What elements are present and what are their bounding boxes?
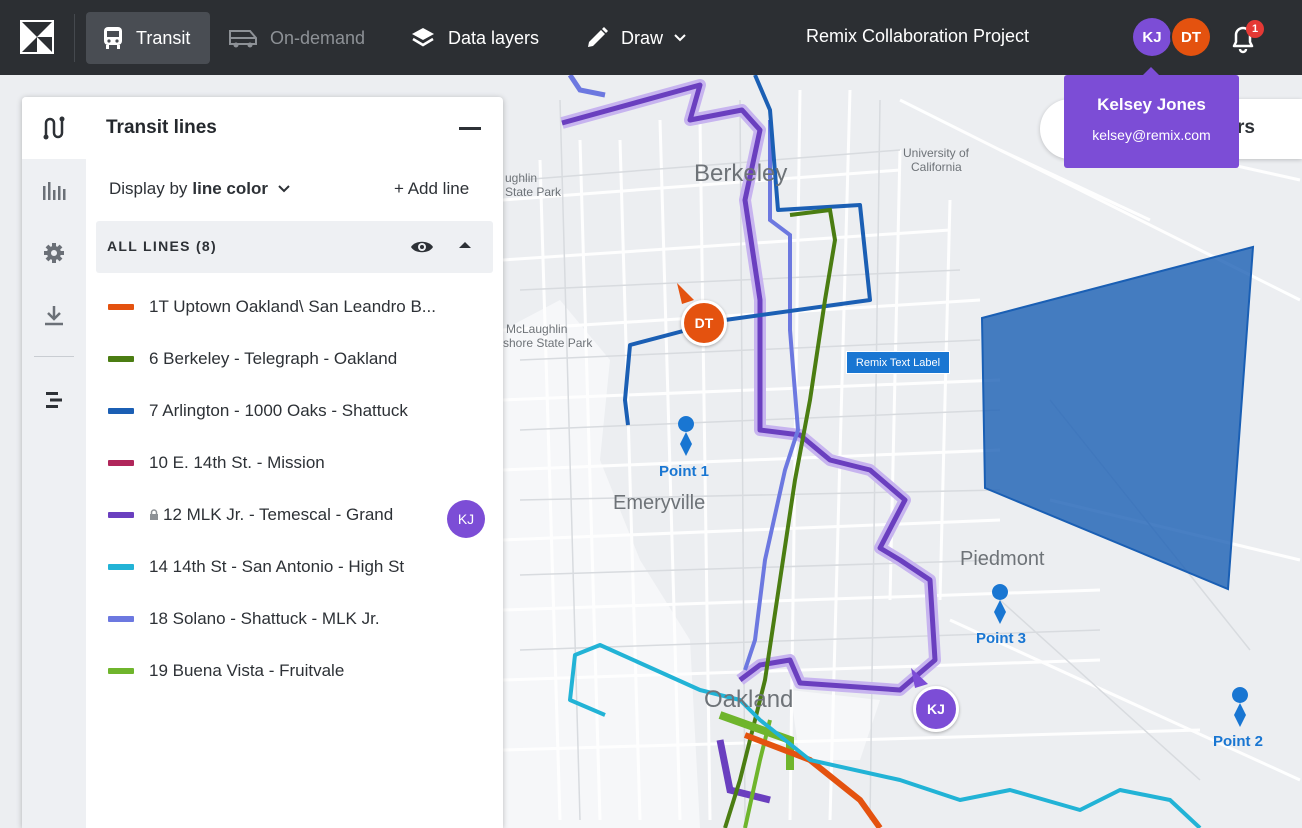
map-label-park1-line1: ughlin <box>505 171 538 185</box>
tab-data-layers-label: Data layers <box>448 27 540 48</box>
line-editor-avatar-kj: KJ <box>447 500 485 538</box>
top-bar: Transit On-demand Data layers Draw Remix… <box>0 0 1302 75</box>
tab-draw-label: Draw <box>621 27 664 48</box>
bus-icon <box>104 27 122 49</box>
tooltip-email: kelsey@remix.com <box>1092 127 1211 143</box>
panel-title: Transit lines <box>106 117 217 138</box>
routes-icon[interactable] <box>40 114 68 142</box>
remix-logo-icon[interactable] <box>20 20 54 54</box>
line-label: 7 Arlington - 1000 Oaks - Shattuck <box>149 401 408 420</box>
map-label-california: California <box>911 160 962 174</box>
display-by-prefix: Display by <box>109 179 188 198</box>
notification-badge: 1 <box>1246 20 1264 38</box>
chevron-down-icon <box>674 34 686 42</box>
map-label-oakland: Oakland <box>704 686 794 713</box>
add-line-button[interactable]: + Add line <box>394 179 469 199</box>
display-by-dropdown[interactable]: Display by line color <box>109 179 291 199</box>
display-by-value: line color <box>192 179 268 198</box>
panel-icon-rail <box>22 97 86 828</box>
line-color-swatch <box>108 564 134 570</box>
settings-icon[interactable] <box>40 239 68 267</box>
van-icon <box>229 30 257 48</box>
line-label: 10 E. 14th St. - Mission <box>149 453 325 472</box>
collaborator-avatar-dt[interactable]: DT <box>1172 18 1210 56</box>
point-2-label[interactable]: Point 2 <box>1213 733 1263 750</box>
tab-on-demand[interactable]: On-demand <box>228 12 365 64</box>
line-label: 14 14th St - San Antonio - High St <box>149 557 405 576</box>
topbar-divider <box>74 14 75 62</box>
map-label-park2-line1: McLaughlin <box>506 322 568 336</box>
line-label: 12 MLK Jr. - Temescal - Grand <box>163 505 394 524</box>
list-item-line-7[interactable]: 7 Arlington - 1000 Oaks - Shattuck <box>108 393 488 429</box>
point-1-label[interactable]: Point 1 <box>659 463 709 480</box>
line-color-swatch <box>108 304 134 310</box>
map-label-park1-line2: State Park <box>505 185 562 199</box>
tab-data-layers[interactable]: Data layers <box>410 12 539 64</box>
list-item-line-12[interactable]: 12 MLK Jr. - Temescal - Grand <box>108 497 488 533</box>
rail-divider <box>34 356 74 357</box>
project-title: Remix Collaboration Project <box>805 26 1030 46</box>
tab-transit[interactable]: Transit <box>86 12 210 64</box>
list-item-line-19[interactable]: 19 Buena Vista - Fruitvale <box>108 653 488 689</box>
line-color-swatch <box>108 616 134 622</box>
caret-up-icon[interactable] <box>458 240 472 250</box>
search-chip-text: rs <box>1237 117 1255 138</box>
list-item-line-1t[interactable]: 1T Uptown Oakland\ San Leandro B... <box>108 289 488 325</box>
tooltip-name: Kelsey Jones <box>1097 95 1206 114</box>
line-label: 6 Berkeley - Telegraph - Oakland <box>149 349 398 368</box>
line-label: 18 Solano - Shattuck - MLK Jr. <box>149 609 380 628</box>
pencil-icon <box>588 27 608 47</box>
tab-transit-label: Transit <box>136 27 191 48</box>
user-tooltip: Kelsey Jones kelsey@remix.com <box>1064 67 1239 168</box>
collapse-panel-button[interactable] <box>459 127 481 130</box>
chevron-down-icon <box>278 185 290 193</box>
collaborator-avatar-kj[interactable]: KJ <box>1133 18 1171 56</box>
collaborator-cursor-kj: KJ <box>913 686 959 732</box>
collaborator-cursor-dt: DT <box>681 300 727 346</box>
list-item-line-6[interactable]: 6 Berkeley - Telegraph - Oakland <box>108 341 488 377</box>
download-icon[interactable] <box>40 301 68 329</box>
map-label-park2-line2: shore State Park <box>503 336 593 350</box>
tab-draw[interactable]: Draw <box>585 12 687 64</box>
map-label-piedmont: Piedmont <box>960 548 1045 570</box>
line-label: 1T Uptown Oakland\ San Leandro B... <box>149 297 436 316</box>
eye-icon[interactable] <box>410 237 434 257</box>
map-label-berkeley: Berkeley <box>694 160 788 187</box>
point-3-label[interactable]: Point 3 <box>976 630 1026 647</box>
all-lines-header[interactable]: ALL LINES (8) <box>96 221 493 273</box>
chart-icon[interactable] <box>40 177 68 205</box>
line-color-swatch <box>108 512 134 518</box>
line-label: 19 Buena Vista - Fruitvale <box>149 661 345 680</box>
map-text-label[interactable]: Remix Text Label <box>846 351 950 374</box>
line-color-swatch <box>108 668 134 674</box>
layers-icon <box>412 28 434 47</box>
line-color-swatch <box>108 356 134 362</box>
map-label-university: University of <box>903 146 970 160</box>
all-lines-label: ALL LINES (8) <box>107 238 217 254</box>
timeline-icon[interactable] <box>40 386 68 414</box>
line-color-swatch <box>108 408 134 414</box>
list-item-line-18[interactable]: 18 Solano - Shattuck - MLK Jr. <box>108 601 488 637</box>
tab-on-demand-label: On-demand <box>270 27 366 48</box>
line-color-swatch <box>108 460 134 466</box>
list-item-line-10[interactable]: 10 E. 14th St. - Mission <box>108 445 488 481</box>
map-label-emeryville: Emeryville <box>613 492 706 514</box>
list-item-line-14[interactable]: 14 14th St - San Antonio - High St <box>108 549 488 585</box>
lock-icon <box>150 509 158 520</box>
transit-lines-panel: Transit lines Display by line color + Ad… <box>22 97 503 828</box>
